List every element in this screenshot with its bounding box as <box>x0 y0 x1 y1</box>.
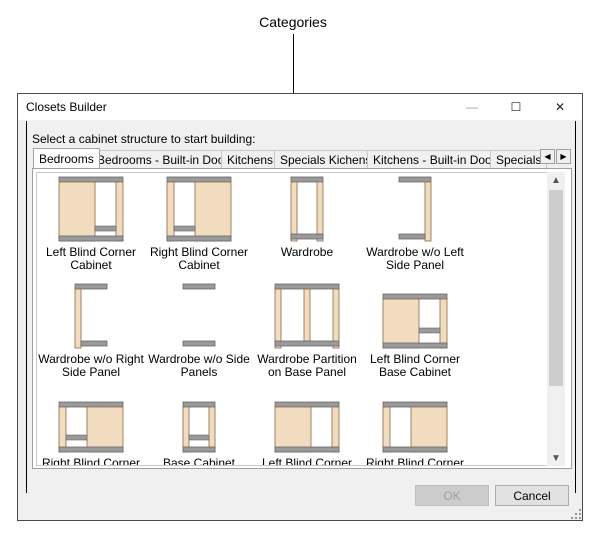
tab-kitchens[interactable]: Kitchens <box>221 150 280 168</box>
wardrobe-partition-icon <box>274 283 340 349</box>
tab-panel: Left Blind Corner Cabinet Right Blind Co… <box>32 168 572 469</box>
list-item-wardrobe-partition[interactable]: Wardrobe Partition on Base Panel <box>253 283 361 379</box>
list-item-wardrobe[interactable]: Wardrobe <box>253 176 361 259</box>
list-item-left-blind-corner-base-cabinet[interactable]: Left Blind Corner Base Cabinet <box>361 283 469 379</box>
minimize-icon[interactable]: — <box>450 94 494 120</box>
item-label: Right Blind Corner Base Cabinet <box>41 456 141 466</box>
item-label: Left Blind Corner Wall Cabinet <box>261 456 353 466</box>
title-bar: Closets Builder — ☐ ✕ <box>18 94 582 120</box>
list-item-wardrobe-no-right-panel[interactable]: Wardrobe w/o Right Side Panel <box>37 283 145 379</box>
wardrobe-icon <box>290 176 324 242</box>
wardrobe-no-left-panel-icon <box>398 176 432 242</box>
left-blind-corner-cabinet-icon <box>58 176 124 242</box>
list-item-left-blind-corner-wall-cabinet[interactable]: Left Blind Corner Wall Cabinet <box>253 401 361 466</box>
tab-scroll-right-icon[interactable]: ▶ <box>556 149 571 164</box>
closets-builder-dialog: Closets Builder — ☐ ✕ Select a cabinet s… <box>17 93 583 521</box>
item-label: Base Cabinet <box>162 456 236 466</box>
wardrobe-no-side-panels-icon <box>182 283 216 347</box>
base-cabinet-icon <box>182 401 216 453</box>
tab-specials[interactable]: Specials <box>490 150 548 168</box>
tab-bedrooms-built-in-doors[interactable]: Bedrooms - Built-in Doors <box>91 150 241 168</box>
item-label: Right Blind Corner Cabinet <box>149 245 249 272</box>
tab-specials-kichens[interactable]: Specials Kichens <box>274 150 378 168</box>
instruction-label: Select a cabinet structure to start buil… <box>32 132 256 146</box>
category-tabs: Bedrooms Bedrooms - Built-in Doors Kitch… <box>32 148 572 168</box>
maximize-icon[interactable]: ☐ <box>494 94 538 120</box>
categories-annotation: Categories <box>259 14 327 30</box>
right-blind-corner-base-cabinet-icon <box>58 401 124 453</box>
cabinet-structure-list: Left Blind Corner Cabinet Right Blind Co… <box>36 172 549 466</box>
list-item-left-blind-corner-cabinet[interactable]: Left Blind Corner Cabinet <box>37 176 145 272</box>
list-item-wardrobe-no-left-panel[interactable]: Wardrobe w/o Left Side Panel <box>361 176 469 272</box>
item-label: Wardrobe Partition on Base Panel <box>257 352 357 379</box>
right-blind-corner-cabinet-icon <box>166 176 232 242</box>
item-label: Wardrobe w/o Side Panels <box>148 352 250 379</box>
item-label: Wardrobe w/o Right Side Panel <box>38 352 144 379</box>
ok-button[interactable]: OK <box>415 485 489 506</box>
list-item-base-cabinet[interactable]: Base Cabinet <box>145 401 253 466</box>
item-label: Left Blind Corner Base Cabinet <box>369 352 461 379</box>
close-icon[interactable]: ✕ <box>538 94 582 120</box>
list-item-right-blind-corner-cabinet[interactable]: Right Blind Corner Cabinet <box>145 176 253 272</box>
scroll-down-icon[interactable]: ▼ <box>547 450 565 466</box>
tab-scroll-left-icon[interactable]: ◀ <box>540 149 555 164</box>
tab-bedrooms[interactable]: Bedrooms <box>33 148 100 168</box>
item-label: Wardrobe <box>280 245 334 259</box>
item-label: Wardrobe w/o Left Side Panel <box>366 245 464 272</box>
list-item-right-blind-corner-base-cabinet[interactable]: Right Blind Corner Base Cabinet <box>37 401 145 466</box>
scrollbar-thumb[interactable] <box>549 190 563 386</box>
window-title: Closets Builder <box>26 100 107 114</box>
cancel-button[interactable]: Cancel <box>495 485 569 506</box>
vertical-scrollbar[interactable]: ▲ ▼ <box>547 172 565 466</box>
left-blind-corner-wall-cabinet-icon <box>274 401 340 453</box>
scroll-up-icon[interactable]: ▲ <box>547 172 565 188</box>
resize-grip-icon[interactable] <box>570 508 582 520</box>
item-label: Right Blind Corner Wall Cabinet <box>365 456 465 466</box>
list-item-right-blind-corner-wall-cabinet[interactable]: Right Blind Corner Wall Cabinet <box>361 401 469 466</box>
left-blind-corner-base-cabinet-icon <box>382 293 448 349</box>
right-blind-corner-wall-cabinet-icon <box>382 401 448 453</box>
tab-kitchens-built-in-doors[interactable]: Kitchens - Built-in Doors <box>367 150 508 168</box>
list-item-wardrobe-no-side-panels[interactable]: Wardrobe w/o Side Panels <box>145 283 253 379</box>
wardrobe-no-right-panel-icon <box>74 283 108 349</box>
item-label: Left Blind Corner Cabinet <box>45 245 137 272</box>
